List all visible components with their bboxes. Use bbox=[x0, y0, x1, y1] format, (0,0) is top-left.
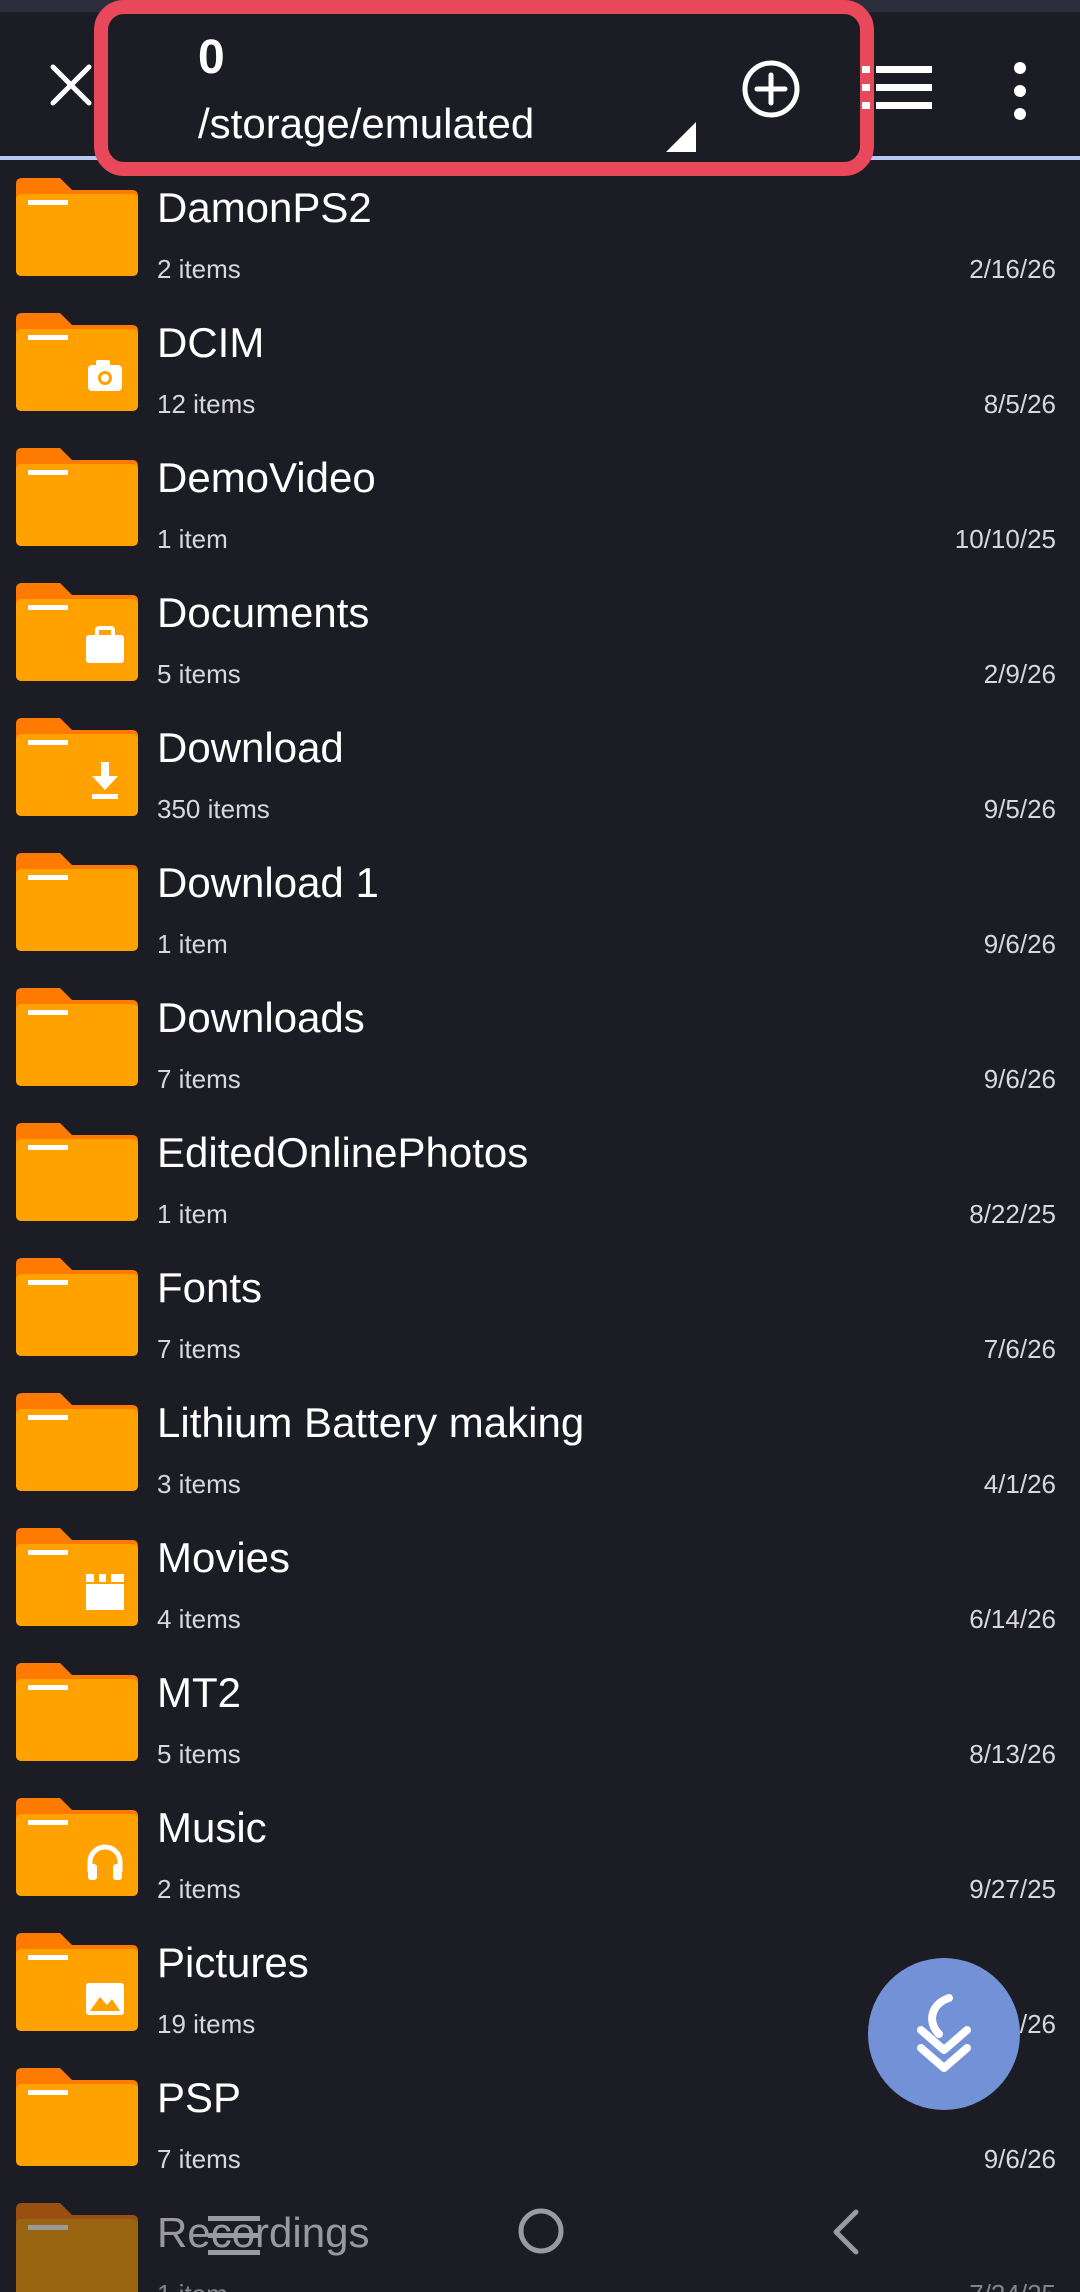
folder-icon bbox=[16, 718, 138, 816]
item-name: Download bbox=[157, 724, 344, 771]
item-date: 6/14/26 bbox=[969, 1604, 1056, 1634]
status-bar-strip bbox=[0, 0, 1080, 12]
folder-icon bbox=[16, 1393, 138, 1491]
item-name: MT2 bbox=[157, 1669, 241, 1716]
folder-icon bbox=[16, 1528, 138, 1626]
close-button[interactable] bbox=[36, 50, 106, 120]
item-date: 9/27/25 bbox=[969, 1874, 1056, 1904]
list-view-icon[interactable] bbox=[862, 60, 932, 116]
folder-icon bbox=[16, 1258, 138, 1356]
item-count: 2 items bbox=[157, 1874, 241, 1904]
folder-icon bbox=[16, 2068, 138, 2166]
item-date: 2/16/26 bbox=[969, 254, 1056, 284]
item-date: 9/6/26 bbox=[983, 929, 1056, 959]
list-item[interactable]: Lithium Battery making 3 items 4/1/26 bbox=[0, 1379, 1080, 1514]
item-count: 5 items bbox=[157, 1739, 241, 1769]
item-date: 4/1/26 bbox=[983, 1469, 1056, 1499]
item-count: 7 items bbox=[157, 2144, 241, 2174]
list-item[interactable]: Documents 5 items 2/9/26 bbox=[0, 569, 1080, 704]
item-date: 9/6/26 bbox=[983, 1064, 1056, 1094]
item-name: Documents bbox=[157, 589, 370, 636]
item-count: 4 items bbox=[157, 1604, 241, 1634]
item-count: 12 items bbox=[157, 389, 256, 419]
item-name: Movies bbox=[157, 1534, 291, 1581]
item-name: Lithium Battery making bbox=[157, 1399, 585, 1446]
list-item[interactable]: Download 1 1 item 9/6/26 bbox=[0, 839, 1080, 974]
item-name: Fonts bbox=[157, 1264, 263, 1311]
item-date: 8/22/25 bbox=[969, 1199, 1056, 1229]
folder-icon bbox=[16, 1663, 138, 1761]
list-item[interactable]: Movies 4 items 6/14/26 bbox=[0, 1514, 1080, 1649]
item-name: DemoVideo bbox=[157, 454, 376, 501]
item-date: 9/6/26 bbox=[983, 2144, 1056, 2174]
list-item[interactable]: Download 350 items 9/5/26 bbox=[0, 704, 1080, 839]
system-nav-bar bbox=[0, 2180, 1080, 2292]
item-name: Downloads bbox=[157, 994, 365, 1041]
recents-icon[interactable] bbox=[204, 2210, 264, 2262]
folder-icon bbox=[16, 1933, 138, 2031]
item-date: 8/13/26 bbox=[969, 1739, 1056, 1769]
list-item[interactable]: MT2 5 items 8/13/26 bbox=[0, 1649, 1080, 1784]
item-count: 1 item bbox=[157, 524, 228, 554]
scroll-down-fab[interactable] bbox=[868, 1958, 1020, 2110]
folder-icon bbox=[16, 448, 138, 546]
item-count: 1 item bbox=[157, 1199, 228, 1229]
item-date: 7/6/26 bbox=[983, 1334, 1056, 1364]
folder-icon bbox=[16, 853, 138, 951]
close-icon bbox=[50, 64, 92, 106]
item-name: PSP bbox=[157, 2074, 242, 2121]
list-item[interactable]: DamonPS2 2 items 2/16/26 bbox=[0, 164, 1080, 299]
item-date: 8/5/26 bbox=[983, 389, 1056, 419]
item-count: 5 items bbox=[157, 659, 241, 689]
storage-index-label: 0 bbox=[198, 31, 225, 84]
item-date: /26 bbox=[1019, 2009, 1056, 2039]
dropdown-triangle-icon[interactable] bbox=[666, 122, 696, 152]
folder-icon bbox=[16, 178, 138, 276]
item-count: 350 items bbox=[157, 794, 270, 824]
item-name: Music bbox=[157, 1804, 267, 1851]
list-item[interactable]: DemoVideo 1 item 10/10/25 bbox=[0, 434, 1080, 569]
item-count: 2 items bbox=[157, 254, 241, 284]
list-item[interactable]: Downloads 7 items 9/6/26 bbox=[0, 974, 1080, 1109]
add-circle-icon[interactable] bbox=[738, 56, 804, 122]
folder-icon bbox=[16, 988, 138, 1086]
item-count: 19 items bbox=[157, 2009, 256, 2039]
file-manager-screen: 0 /storage/emulated DamonPS2 2 items 2/16/… bbox=[0, 0, 1080, 2292]
item-count: 7 items bbox=[157, 1334, 241, 1364]
item-name: Download 1 bbox=[157, 859, 379, 906]
list-item[interactable]: Music 2 items 9/27/25 bbox=[0, 1784, 1080, 1919]
list-item[interactable]: EditedOnlinePhotos 1 item 8/22/25 bbox=[0, 1109, 1080, 1244]
list-item[interactable]: DCIM 12 items 8/5/26 bbox=[0, 299, 1080, 434]
item-date: 9/5/26 bbox=[983, 794, 1056, 824]
folder-icon bbox=[16, 313, 138, 411]
item-count: 7 items bbox=[157, 1064, 241, 1094]
folder-icon bbox=[16, 1798, 138, 1896]
folder-icon bbox=[16, 583, 138, 681]
movie-badge-icon bbox=[86, 1574, 124, 1610]
home-icon[interactable] bbox=[514, 2204, 568, 2258]
double-chevron-down-icon bbox=[917, 1994, 971, 2072]
folder-icon bbox=[16, 1123, 138, 1221]
item-name: Pictures bbox=[157, 1939, 309, 1986]
current-path-label: /storage/emulated bbox=[198, 100, 535, 147]
item-name: DamonPS2 bbox=[157, 184, 372, 231]
item-count: 1 item bbox=[157, 929, 228, 959]
image-badge-icon bbox=[86, 1983, 124, 2015]
more-vert-icon[interactable] bbox=[990, 56, 1050, 126]
item-count: 3 items bbox=[157, 1469, 241, 1499]
list-item[interactable]: Fonts 7 items 7/6/26 bbox=[0, 1244, 1080, 1379]
item-name: EditedOnlinePhotos bbox=[157, 1129, 529, 1176]
back-icon[interactable] bbox=[826, 2206, 866, 2258]
item-date: 10/10/25 bbox=[954, 524, 1056, 554]
item-name: DCIM bbox=[157, 319, 265, 366]
item-date: 2/9/26 bbox=[983, 659, 1056, 689]
